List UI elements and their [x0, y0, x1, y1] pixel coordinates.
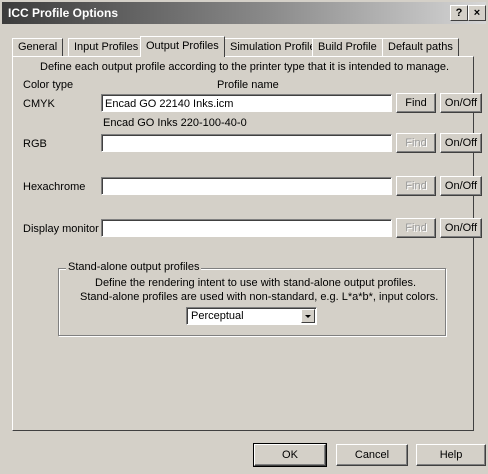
close-icon[interactable]: ×: [468, 5, 486, 21]
cmyk-profile-field[interactable]: Encad GO 22140 Inks.icm: [101, 94, 392, 112]
help-icon[interactable]: ?: [450, 5, 468, 21]
rgb-profile-field[interactable]: [101, 134, 392, 152]
help-button[interactable]: Help: [416, 444, 486, 466]
display-monitor-onoff-button[interactable]: On/Off: [440, 218, 482, 238]
ok-button[interactable]: OK: [253, 443, 327, 467]
hexachrome-onoff-button[interactable]: On/Off: [440, 176, 482, 196]
title-bar[interactable]: ICC Profile Options ? ×: [2, 2, 486, 24]
hexachrome-profile-field[interactable]: [101, 177, 392, 195]
standalone-description-line1: Define the rendering intent to use with …: [95, 277, 417, 289]
cmyk-label: CMYK: [23, 98, 55, 110]
tab-simulation-profile[interactable]: Simulation Profile: [224, 38, 322, 56]
display-monitor-profile-field[interactable]: [101, 219, 392, 237]
window-title: ICC Profile Options: [8, 6, 119, 20]
tab-default-paths[interactable]: Default paths: [382, 38, 459, 56]
hexachrome-find-button[interactable]: Find: [396, 176, 436, 196]
icc-profile-options-dialog: ICC Profile Options ? × General Input Pr…: [0, 0, 488, 474]
profile-name-header: Profile name: [217, 79, 279, 91]
tab-output-profiles[interactable]: Output Profiles: [140, 36, 225, 57]
rendering-intent-value: Perceptual: [191, 310, 244, 322]
rendering-intent-select[interactable]: Perceptual: [186, 307, 317, 325]
cmyk-find-button[interactable]: Find: [396, 93, 436, 113]
cmyk-profile-description: Encad GO Inks 220-100-40-0: [103, 117, 247, 129]
tab-general[interactable]: General: [12, 38, 64, 56]
panel-description: Define each output profile according to …: [40, 61, 450, 73]
tab-build-profile[interactable]: Build Profile: [312, 38, 383, 56]
color-type-header: Color type: [23, 79, 74, 91]
chevron-down-icon[interactable]: [301, 309, 315, 323]
standalone-description-line2: Stand-alone profiles are used with non-s…: [80, 291, 439, 303]
rgb-onoff-button[interactable]: On/Off: [440, 133, 482, 153]
tab-input-profiles[interactable]: Input Profiles: [68, 38, 145, 56]
standalone-group-label: Stand-alone output profiles: [66, 261, 202, 273]
display-monitor-find-button[interactable]: Find: [396, 218, 436, 238]
display-monitor-label: Display monitor: [23, 223, 99, 235]
hexachrome-label: Hexachrome: [23, 181, 86, 193]
cancel-button[interactable]: Cancel: [336, 444, 408, 466]
cmyk-onoff-button[interactable]: On/Off: [440, 93, 482, 113]
tab-strip: General Input Profiles Output Profiles S…: [12, 36, 472, 58]
rgb-label: RGB: [23, 138, 47, 150]
rgb-find-button[interactable]: Find: [396, 133, 436, 153]
